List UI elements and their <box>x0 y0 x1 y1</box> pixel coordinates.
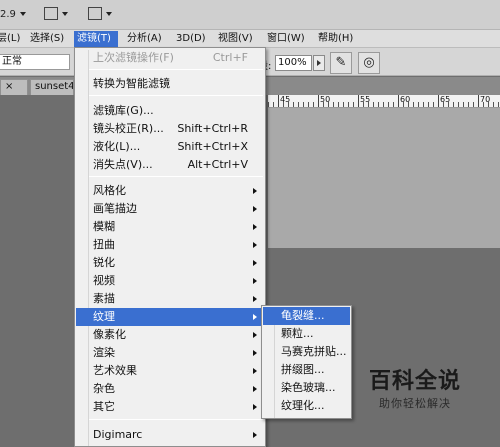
menu-item-blur[interactable]: 模糊 <box>76 218 264 236</box>
menu-item-lens-correction[interactable]: 镜头校正(R)... Shift+Ctrl+R <box>76 120 264 138</box>
submenu-arrow-icon <box>253 368 257 374</box>
view-extras-icon[interactable] <box>44 7 58 20</box>
submenu-arrow-icon <box>253 350 257 356</box>
menu-item-last-filter: 上次滤镜操作(F) Ctrl+F <box>76 49 264 67</box>
blend-mode-select[interactable]: 正常 <box>0 54 70 70</box>
document-canvas[interactable] <box>268 108 500 248</box>
texture-submenu: 龟裂缝... 颗粒... 马赛克拼贴... 拼缀图... 染色玻璃... 纹理化… <box>261 305 352 419</box>
document-tab[interactable]: sunset4. <box>30 79 74 95</box>
menu-analysis[interactable]: 分析(A) <box>127 30 162 48</box>
submenu-arrow-icon <box>253 260 257 266</box>
ruler-label: 45 <box>280 95 291 104</box>
watermark-subtitle: 助你轻松解决 <box>379 397 451 410</box>
menu-filter[interactable]: 滤镜(T) <box>74 31 118 48</box>
submenu-arrow-icon <box>253 278 257 284</box>
submenu-item-patchwork[interactable]: 拼缀图... <box>263 361 350 379</box>
menu-item-video[interactable]: 视频 <box>76 272 264 290</box>
ruler-label: 70 <box>480 95 491 104</box>
submenu-arrow-icon <box>253 206 257 212</box>
shortcut-text: Ctrl+F <box>212 51 248 64</box>
screen-mode-dropdown-icon[interactable] <box>106 12 112 16</box>
submenu-item-texturizer[interactable]: 纹理化... <box>263 397 350 415</box>
submenu-arrow-icon <box>253 224 257 230</box>
menu-item-vanishing-point[interactable]: 消失点(V)... Alt+Ctrl+V <box>76 156 264 174</box>
screen-mode-icon[interactable] <box>88 7 102 20</box>
shortcut-text: Alt+Ctrl+V <box>187 158 248 171</box>
submenu-arrow-icon <box>253 332 257 338</box>
menu-item-pixelate[interactable]: 像素化 <box>76 326 264 344</box>
menu-item-other[interactable]: 其它 <box>76 398 264 416</box>
ruler-label: 60 <box>400 95 411 104</box>
flow-slider-toggle[interactable] <box>313 55 325 71</box>
shortcut-text: Shift+Ctrl+R <box>177 122 248 135</box>
menu-item-filter-gallery[interactable]: 滤镜库(G)... <box>76 102 264 120</box>
submenu-arrow-icon <box>253 296 257 302</box>
horizontal-ruler: 45 50 55 60 65 70 <box>268 95 500 108</box>
filter-menu: 上次滤镜操作(F) Ctrl+F 转换为智能滤镜 滤镜库(G)... 镜头校正(… <box>74 47 266 447</box>
shortcut-text: Shift+Ctrl+X <box>177 140 248 153</box>
zoom-level[interactable]: 2.9 <box>0 9 16 20</box>
menu-layer[interactable]: 层(L) <box>0 30 20 48</box>
menu-item-sketch[interactable]: 素描 <box>76 290 264 308</box>
application-bar: 2.9 <box>0 0 500 30</box>
menu-item-render[interactable]: 渲染 <box>76 344 264 362</box>
ruler-label: 50 <box>320 95 331 104</box>
tablet-pressure-icon[interactable]: ◎ <box>358 52 380 74</box>
submenu-item-grain[interactable]: 颗粒... <box>263 325 350 343</box>
ruler-label: 55 <box>360 95 371 104</box>
submenu-arrow-icon <box>253 314 257 320</box>
menu-item-artistic[interactable]: 艺术效果 <box>76 362 264 380</box>
menu-bar: 层(L) 选择(S) 滤镜(T) 分析(A) 3D(D) 视图(V) 窗口(W)… <box>0 30 500 48</box>
menu-view[interactable]: 视图(V) <box>218 30 253 48</box>
menu-item-texture[interactable]: 纹理 <box>76 308 264 326</box>
flow-input[interactable]: 100% <box>275 55 312 71</box>
watermark-title: 百科全说 <box>368 369 461 394</box>
submenu-arrow-icon <box>253 404 257 410</box>
menu-item-noise[interactable]: 杂色 <box>76 380 264 398</box>
zoom-dropdown-icon[interactable] <box>20 12 26 16</box>
menu-3d[interactable]: 3D(D) <box>176 30 206 48</box>
menu-help[interactable]: 帮助(H) <box>318 30 353 48</box>
submenu-arrow-icon <box>253 386 257 392</box>
view-extras-dropdown-icon[interactable] <box>62 12 68 16</box>
submenu-arrow-icon <box>253 188 257 194</box>
menu-item-brush-strokes[interactable]: 画笔描边 <box>76 200 264 218</box>
menu-item-sharpen[interactable]: 锐化 <box>76 254 264 272</box>
submenu-arrow-icon <box>253 242 257 248</box>
menu-item-distort[interactable]: 扭曲 <box>76 236 264 254</box>
submenu-item-stained-glass[interactable]: 染色玻璃... <box>263 379 350 397</box>
watermark-logo: 百科全说 助你轻松解决 <box>356 368 474 418</box>
submenu-item-mosaic-tiles[interactable]: 马赛克拼贴... <box>263 343 350 361</box>
menu-item-stylize[interactable]: 风格化 <box>76 182 264 200</box>
submenu-item-craquelure[interactable]: 龟裂缝... <box>263 307 350 325</box>
ruler-label: 65 <box>440 95 451 104</box>
close-tab-icon[interactable]: × <box>0 79 28 95</box>
menu-window[interactable]: 窗口(W) <box>267 30 305 48</box>
menu-select[interactable]: 选择(S) <box>30 30 64 48</box>
menu-item-convert-smart-filter[interactable]: 转换为智能滤镜 <box>76 75 264 93</box>
menu-item-digimarc[interactable]: Digimarc <box>76 426 264 444</box>
submenu-arrow-icon <box>253 432 257 438</box>
airbrush-icon[interactable]: ✎ <box>330 52 352 74</box>
menu-item-liquify[interactable]: 液化(L)... Shift+Ctrl+X <box>76 138 264 156</box>
